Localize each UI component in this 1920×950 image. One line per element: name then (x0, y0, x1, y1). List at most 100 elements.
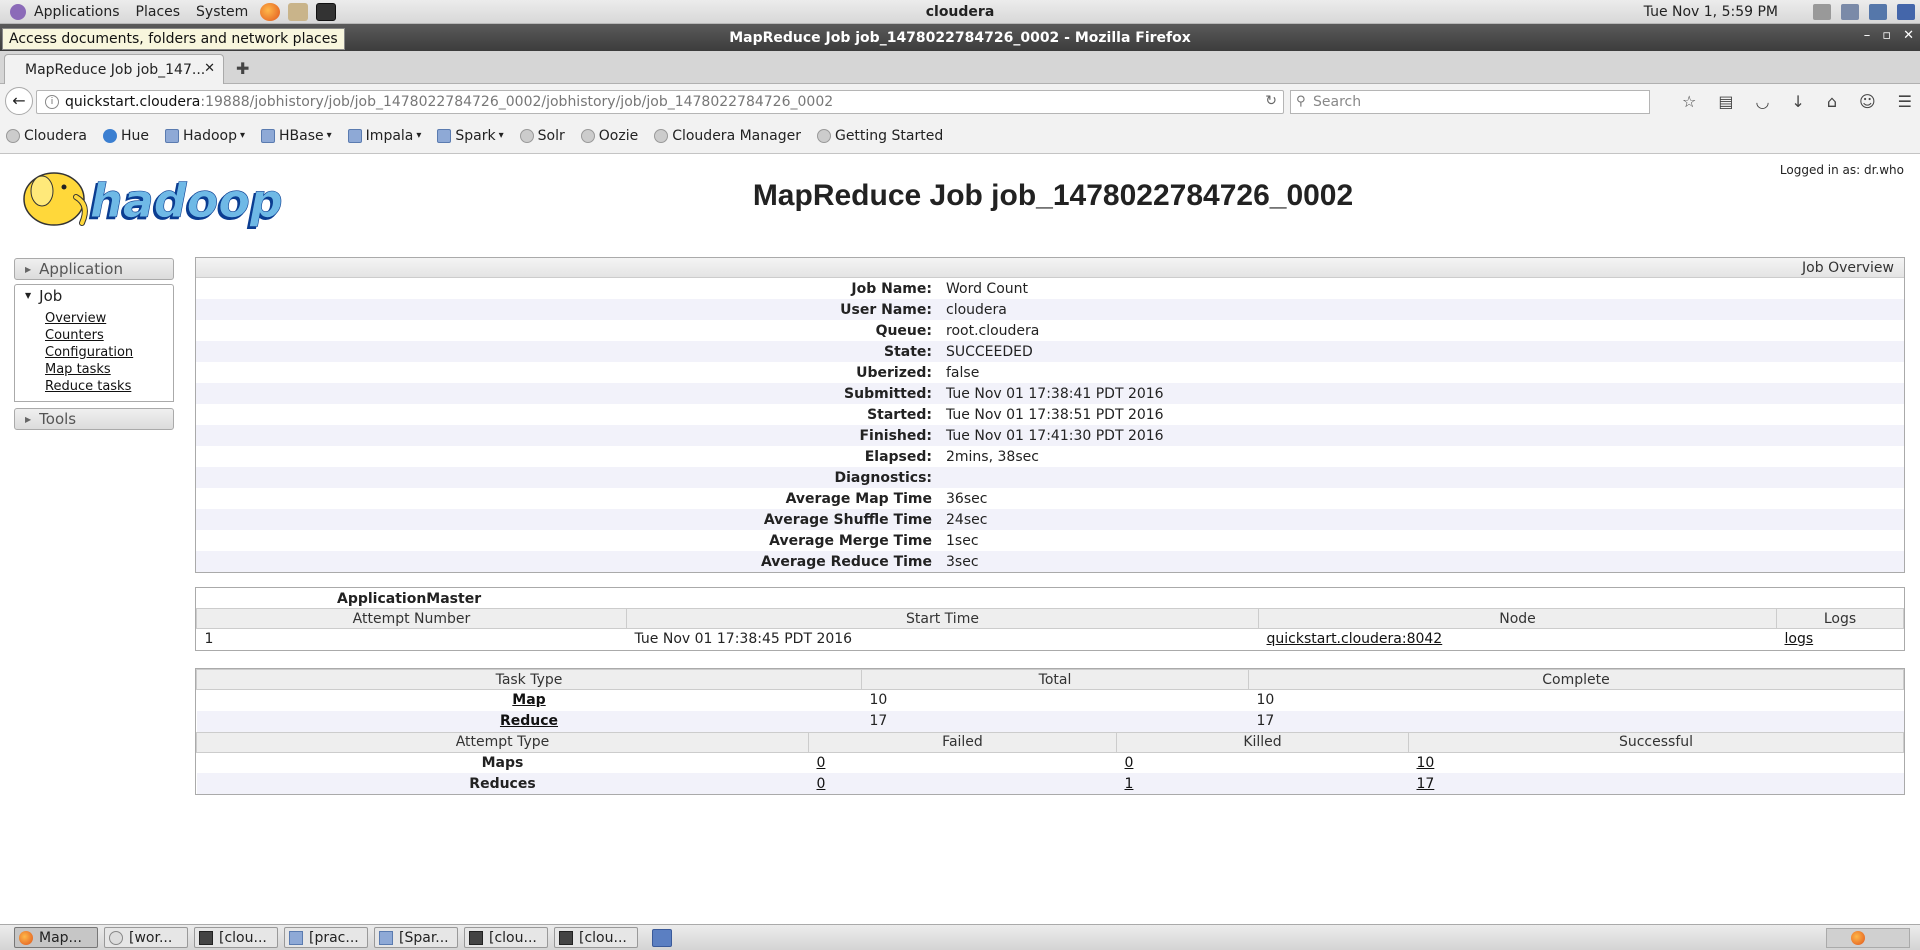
tab-label: MapReduce Job job_147... (25, 61, 206, 78)
firefox-icon (19, 930, 33, 945)
network-icon[interactable] (1841, 4, 1859, 20)
bottom-taskbar: Map... [wor... [clou... [prac... [Spar..… (0, 924, 1920, 950)
folder-icon (347, 128, 362, 143)
taskbar-terminal-1[interactable]: [clou... (194, 927, 278, 948)
link-configuration[interactable]: Configuration (45, 344, 173, 361)
folder-icon (261, 128, 276, 143)
workspace-pager[interactable] (1826, 928, 1910, 948)
reduce-tasks-link[interactable]: Reduce (500, 713, 558, 729)
bookmark-hadoop-folder[interactable]: Hadoop ▾ (164, 128, 245, 144)
attempt-type-reduces: Reduces (469, 775, 536, 792)
triangle-right-icon: ▶ (25, 264, 32, 274)
overview-row: Uberized: false (856, 364, 980, 381)
hue-icon (102, 128, 117, 143)
taskbar-word-count[interactable]: [wor... (104, 927, 188, 948)
attempt-type-maps: Maps (481, 754, 524, 771)
search-input[interactable]: ⚲ Search (1290, 90, 1650, 114)
svg-text:hadoop: hadoop (90, 174, 283, 228)
maps-successful-link[interactable]: 10 (1417, 755, 1435, 771)
maps-failed-link[interactable]: 0 (817, 755, 826, 771)
bookmark-star-icon[interactable]: ☆ (1682, 92, 1696, 111)
clipboard-icon[interactable] (1897, 4, 1915, 20)
url-bar[interactable]: i quickstart.cloudera:19888/jobhistory/j… (36, 90, 1284, 114)
overview-row: Queue: root.cloudera (875, 322, 1040, 339)
search-icon: ⚲ (1296, 94, 1306, 109)
back-button[interactable]: ← (5, 87, 33, 115)
overview-row: Average Map Time 36sec (785, 490, 988, 507)
bookmark-spark-folder[interactable]: Spark ▾ (437, 128, 504, 144)
reading-list-icon[interactable]: ▤ (1718, 92, 1733, 111)
overview-row: Submitted: Tue Nov 01 17:38:41 PDT 2016 (196, 383, 1904, 404)
bookmark-solr[interactable]: Solr (519, 128, 565, 144)
bookmark-getting-started[interactable]: Getting Started (816, 128, 943, 144)
table-row: Reduces 0 1 17 (196, 773, 1904, 794)
maps-killed-link[interactable]: 0 (1125, 755, 1134, 771)
top-panel: Applications Places System cloudera Tue … (0, 0, 1920, 24)
hello-icon[interactable]: ☺ (1859, 92, 1876, 111)
bookmark-hue[interactable]: Hue (102, 128, 149, 144)
workspace-switcher-icon[interactable] (652, 928, 672, 947)
col-logs: Logs (1776, 608, 1904, 629)
close-tab-icon[interactable]: ✕ (204, 61, 215, 76)
applications-icon[interactable] (10, 3, 26, 20)
reduces-successful-link[interactable]: 17 (1417, 776, 1435, 792)
close-window-icon[interactable]: ✕ (1903, 28, 1914, 43)
bookmark-oozie[interactable]: Oozie (580, 128, 638, 144)
reload-icon[interactable]: ↻ (1265, 93, 1277, 109)
bookmark-cloudera-manager[interactable]: Cloudera Manager (654, 128, 801, 144)
new-tab-icon[interactable]: ✚ (236, 59, 249, 78)
application-master-panel: ApplicationMaster Attempt Number Start T… (195, 587, 1905, 651)
reduces-failed-link[interactable]: 0 (817, 776, 826, 792)
menu-applications[interactable]: Applications (26, 4, 128, 20)
home-icon[interactable]: ⌂ (1827, 92, 1837, 111)
taskbar-terminal-3[interactable]: [clou... (554, 927, 638, 948)
chevron-down-icon: ▾ (416, 130, 422, 141)
maximize-icon[interactable]: ▫ (1882, 28, 1891, 43)
taskbar-spark-folder[interactable]: [Spar... (374, 927, 458, 948)
chevron-down-icon: ▾ (326, 130, 332, 141)
text-editor-launcher-icon[interactable] (288, 2, 309, 21)
terminal-icon (469, 930, 483, 945)
site-info-icon[interactable]: i (45, 95, 59, 109)
taskbar-firefox[interactable]: Map... (14, 927, 98, 948)
nav-job[interactable]: ▼ Job (14, 284, 174, 306)
nav-application[interactable]: ▶ Application (14, 258, 174, 280)
globe-icon (519, 128, 534, 143)
pocket-icon[interactable]: ◡ (1755, 92, 1769, 111)
col-start-time: Start Time (626, 608, 1259, 629)
downloads-icon[interactable]: ↓ (1791, 92, 1804, 111)
globe-icon (6, 128, 20, 143)
attempt-type-table: Attempt Type Failed Killed Successful Ma… (196, 731, 1904, 794)
link-overview[interactable]: Overview (45, 310, 173, 327)
clock[interactable]: Tue Nov 1, 5:59 PM (1644, 4, 1778, 20)
link-reduce-tasks[interactable]: Reduce tasks (45, 378, 173, 395)
volume-icon[interactable] (1813, 4, 1831, 20)
reduce-total: 17 (869, 713, 888, 729)
logs-link[interactable]: logs (1785, 631, 1814, 647)
table-row: Map 10 10 (197, 690, 1904, 711)
bookmark-hbase-folder[interactable]: HBase ▾ (261, 128, 332, 144)
link-counters[interactable]: Counters (45, 327, 173, 344)
bookmark-cloudera[interactable]: Cloudera (6, 128, 87, 144)
terminal-launcher-icon[interactable] (316, 2, 337, 21)
taskbar-terminal-2[interactable]: [clou... (464, 927, 548, 948)
document-icon (109, 930, 123, 945)
menu-places[interactable]: Places (128, 4, 189, 20)
bookmark-impala-folder[interactable]: Impala ▾ (347, 128, 422, 144)
triangle-down-icon: ▼ (25, 291, 32, 300)
minimize-icon[interactable]: – (1864, 28, 1871, 43)
nav-tools[interactable]: ▶ Tools (14, 408, 174, 430)
tab-bar: MapReduce Job job_147... ✕ ✚ (0, 51, 1920, 84)
menu-system[interactable]: System (188, 4, 256, 20)
tab-mapreduce-job[interactable]: MapReduce Job job_147... ✕ (4, 54, 224, 84)
node-link[interactable]: quickstart.cloudera:8042 (1267, 631, 1443, 647)
link-map-tasks[interactable]: Map tasks (45, 361, 173, 378)
firefox-launcher-icon[interactable] (260, 2, 281, 21)
hamburger-menu-icon[interactable]: ☰ (1898, 92, 1912, 111)
col-failed: Failed (808, 731, 1117, 753)
reduces-killed-link[interactable]: 1 (1125, 776, 1134, 792)
display-icon[interactable] (1869, 4, 1887, 20)
map-tasks-link[interactable]: Map (512, 692, 545, 708)
taskbar-practice-folder[interactable]: [prac... (284, 927, 368, 948)
job-overview-panel: Job Overview Job Name: Word Count User Na… (195, 257, 1905, 573)
